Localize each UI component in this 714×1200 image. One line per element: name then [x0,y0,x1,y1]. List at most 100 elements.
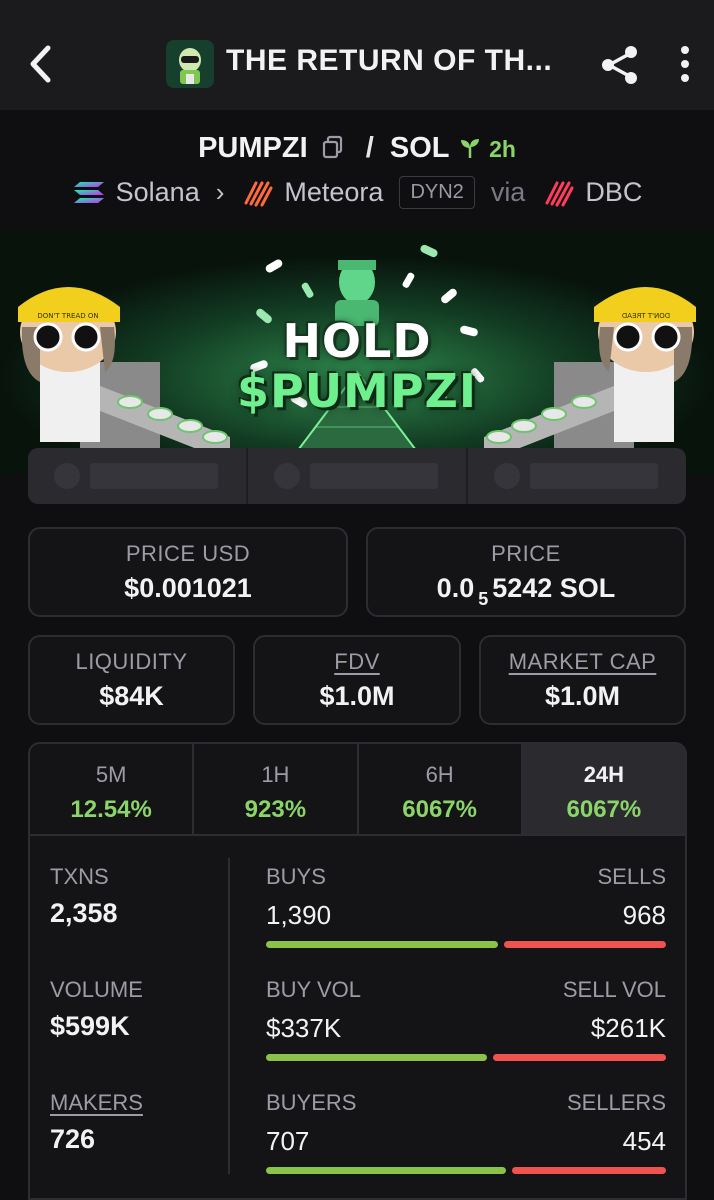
fdv-label[interactable]: FDV [255,649,459,675]
sprout-icon [459,134,481,158]
chain-line: Solana › Meteora DYN2 via DBC [0,176,714,209]
social-icon-placeholder [494,463,520,489]
market-cap-card: MARKET CAP $1.0M [479,635,686,725]
base-symbol: PUMPZI [198,132,308,164]
pair-age: 2h [489,136,516,162]
back-button[interactable] [26,42,56,86]
makers-value: 726 [50,1124,96,1154]
panel-divider [228,858,230,1174]
buy-sell-volume-stat: BUY VOL SELL VOL $337K $261K [266,977,666,1061]
banner-line-1: HOLD [282,314,432,368]
buys-value: 1,390 [266,900,332,930]
fdv-card: FDV $1.0M [253,635,461,725]
price-native-zero-count: 5 [478,589,489,609]
liquidity-card: LIQUIDITY $84K [28,635,235,725]
price-native-rest: 5242 SOL [492,573,616,603]
buyers-sellers-stat: BUYERS SELLERS 707 454 [266,1090,666,1174]
liquidity-label: LIQUIDITY [75,649,188,674]
volume-stat: VOLUME $599K [50,977,143,1042]
market-cap-label[interactable]: MARKET CAP [481,649,684,675]
social-label-placeholder [90,463,218,489]
liquidity-value: $84K [99,681,164,711]
tab-label: 5M [95,762,127,787]
buys-label: BUYS [266,864,326,889]
social-link-2[interactable] [248,448,468,504]
token-logo [166,40,214,88]
tab-24h[interactable]: 24H 6067% [522,744,685,836]
social-icon-placeholder [54,463,80,489]
chain-name[interactable]: Solana [116,177,200,208]
tab-change: 6067% [566,796,642,823]
sells-label: SELLS [597,864,667,889]
volume-label: VOLUME [50,977,143,1002]
buys-sells-ratio-bar [266,941,666,948]
price-native-card: PRICE 0.0 5 5242 SOL [366,527,686,617]
tab-1h[interactable]: 1H 923% [194,744,359,836]
solana-icon [72,179,106,207]
pair-header: PUMPZI / SOL 2h Solana › Meteora DYN2 vi… [0,110,714,232]
sell-portion [493,1054,666,1061]
txns-stat: TXNS 2,358 [50,864,118,929]
buy-vol-value: $337K [266,1013,342,1043]
share-button[interactable] [598,44,642,86]
chevron-right-icon: › [215,177,225,207]
dex-version-tag: DYN2 [399,176,475,209]
sells-value: 968 [622,900,666,930]
market-cap-value: $1.0M [544,681,621,711]
buy-portion [266,941,498,948]
more-menu-button[interactable] [674,44,696,84]
social-link-3[interactable] [468,448,686,504]
meteora-icon [240,179,274,207]
tab-label: 6H [425,762,454,787]
social-label-placeholder [310,463,438,489]
via-label: via [490,177,526,207]
launchpad-name[interactable]: DBC [585,177,642,208]
price-native-prefix: 0.0 [436,573,475,603]
buy-portion [266,1167,506,1174]
sell-portion [504,941,666,948]
buys-sells-stat: BUYS SELLS 1,390 968 [266,864,666,948]
social-icon-placeholder [274,463,300,489]
txns-value: 2,358 [50,898,118,928]
sell-vol-label: SELL VOL [562,977,666,1002]
social-label-placeholder [530,463,658,489]
makers-stat: MAKERS 726 [50,1090,143,1155]
share-icon [602,46,637,84]
chevron-left-icon [30,45,51,83]
banner-line-2: $PUMPZI [236,364,478,418]
pair-separator: / [365,132,374,164]
tab-change: 12.54% [70,796,152,823]
tab-6h[interactable]: 6H 6067% [358,744,523,836]
buyers-ratio-bar [266,1167,666,1174]
tab-label: 1H [261,762,290,787]
buyers-value: 707 [266,1126,310,1156]
sellers-value: 454 [622,1126,666,1156]
pair-line: PUMPZI / SOL 2h [0,132,714,165]
makers-label[interactable]: MAKERS [50,1090,143,1116]
tab-5m[interactable]: 5M 12.54% [30,744,195,836]
txns-label: TXNS [50,864,109,889]
tab-change: 923% [244,796,307,823]
transaction-stats-panel: TXNS 2,358 VOLUME $599K MAKERS 726 BUYS S… [28,834,687,1200]
copy-icon[interactable] [322,134,344,159]
timeframe-tabs: 5M 12.54% 1H 923% 6H 6067% 24H 6067% [28,742,687,836]
price-usd-value: $0.001021 [124,573,252,603]
buy-vol-label: BUY VOL [266,977,361,1002]
volume-value: $599K [50,1011,130,1041]
fdv-value: $1.0M [319,681,395,711]
quote-symbol: SOL [389,132,449,164]
dex-name[interactable]: Meteora [284,177,383,208]
sell-vol-value: $261K [590,1013,666,1043]
sellers-label: SELLERS [566,1090,666,1115]
price-native-label: PRICE [491,541,561,566]
page-title: THE RETURN OF TH... [226,44,553,77]
price-native-value: 0.0 5 5242 SOL [368,573,684,610]
sell-portion [512,1167,666,1174]
top-bar: THE RETURN OF TH... [0,0,714,110]
price-usd-card: PRICE USD $0.001021 [28,527,348,617]
kebab-menu-icon [681,46,689,82]
social-link-1[interactable] [28,448,248,504]
buyers-label: BUYERS [266,1090,357,1115]
buy-portion [266,1054,487,1061]
token-banner: DON'T TREAD ON DON'T TREAD HOLD $PUMPZI [0,232,714,474]
